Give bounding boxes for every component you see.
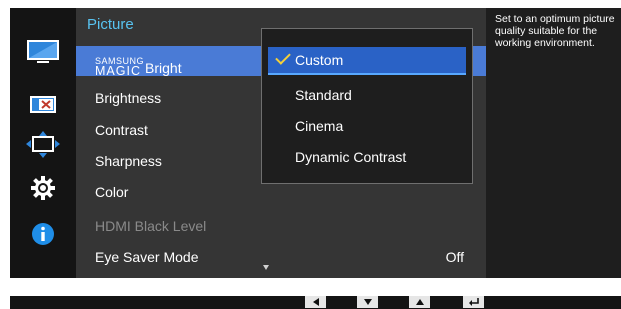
info-icon[interactable] [10, 218, 76, 250]
menu-item-label: Brightness [95, 90, 162, 106]
checkmark-icon [275, 49, 291, 65]
option-standard[interactable]: Standard [268, 81, 466, 109]
option-label: Standard [295, 87, 352, 103]
menu-item-label: Contrast [95, 122, 148, 138]
settings-gear-icon[interactable] [10, 172, 76, 204]
menu-title: Picture [87, 16, 134, 33]
option-label: Cinema [295, 118, 344, 134]
option-label: Dynamic Contrast [295, 149, 407, 165]
option-label: Custom [295, 52, 344, 68]
menu-item-label: Bright [145, 60, 182, 76]
option-cinema[interactable]: Cinema [268, 112, 466, 140]
help-text: Set to an optimum picture quality suitab… [495, 13, 615, 49]
osd-sidebar [10, 8, 76, 278]
up-arrow-icon[interactable] [409, 296, 430, 308]
enter-icon[interactable] [463, 296, 484, 308]
option-custom[interactable]: Custom [268, 47, 466, 75]
picture-icon[interactable] [10, 37, 76, 69]
menu-item-hdmi-black-level: HDMI Black Level [76, 211, 486, 241]
option-dynamic-contrast[interactable]: Dynamic Contrast [268, 143, 466, 171]
eye-saver-value: Off [445, 249, 464, 265]
onscreen-display-icon[interactable] [10, 89, 76, 121]
samsung-magic-logo: SAMSUNG MAGIC [95, 56, 145, 78]
menu-item-label: Eye Saver Mode [95, 249, 199, 265]
left-arrow-icon[interactable] [305, 296, 326, 308]
position-resize-icon[interactable] [10, 129, 76, 161]
menu-item-label: Sharpness [95, 153, 162, 169]
scroll-down-indicator-icon [263, 265, 269, 270]
down-arrow-icon[interactable] [357, 296, 378, 308]
menu-item-eye-saver-mode[interactable]: Eye Saver Mode Off [76, 242, 486, 272]
menu-item-label: Color [95, 184, 129, 200]
menu-item-label: HDMI Black Level [95, 218, 207, 234]
